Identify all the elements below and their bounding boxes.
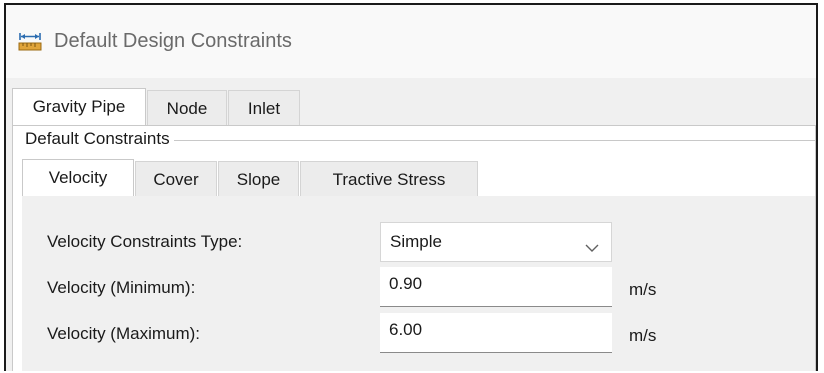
velocity-min-input[interactable]: 0.90 bbox=[380, 267, 612, 307]
ruler-icon bbox=[18, 32, 42, 52]
velocity-type-label: Velocity Constraints Type: bbox=[47, 232, 243, 251]
tab-label: Gravity Pipe bbox=[32, 97, 126, 116]
window-title: Default Design Constraints bbox=[54, 30, 292, 52]
dropdown-value: Simple bbox=[390, 232, 442, 251]
velocity-min-unit: m/s bbox=[629, 280, 657, 299]
tab-label: Node bbox=[166, 99, 208, 118]
tab-label: Slope bbox=[236, 170, 281, 189]
tab-label: Velocity bbox=[48, 168, 108, 187]
chevron-down-icon bbox=[585, 237, 599, 252]
velocity-min-label: Velocity (Minimum): bbox=[47, 278, 196, 297]
tab-tractive-stress[interactable]: Tractive Stress bbox=[300, 161, 478, 197]
dialog-content: Gravity Pipe Node Inlet Default Constrai… bbox=[6, 78, 816, 371]
dialog-window: Default Design Constraints Gravity Pipe … bbox=[4, 3, 818, 371]
gravity-pipe-tab-page: Default Constraints Velocity Cover Slope… bbox=[12, 125, 816, 371]
tab-slope[interactable]: Slope bbox=[218, 161, 299, 197]
tab-cover[interactable]: Cover bbox=[135, 161, 217, 197]
group-label: Default Constraints bbox=[21, 129, 174, 149]
tab-label: Inlet bbox=[247, 99, 281, 118]
tab-velocity[interactable]: Velocity bbox=[22, 159, 134, 197]
velocity-max-label: Velocity (Maximum): bbox=[47, 324, 201, 343]
tab-gravity-pipe[interactable]: Gravity Pipe bbox=[12, 88, 146, 126]
velocity-max-unit: m/s bbox=[629, 326, 657, 345]
tab-inlet[interactable]: Inlet bbox=[228, 90, 300, 126]
velocity-panel: Velocity Constraints Type: Simple Veloci… bbox=[22, 196, 815, 371]
input-value: 0.90 bbox=[389, 274, 423, 293]
input-value: 6.00 bbox=[389, 320, 423, 339]
tab-label: Tractive Stress bbox=[332, 170, 446, 189]
velocity-max-input[interactable]: 6.00 bbox=[380, 313, 612, 353]
velocity-type-dropdown[interactable]: Simple bbox=[380, 222, 612, 262]
tab-label: Cover bbox=[153, 170, 199, 189]
tab-node[interactable]: Node bbox=[147, 90, 227, 126]
title-bar: Default Design Constraints bbox=[6, 5, 816, 78]
